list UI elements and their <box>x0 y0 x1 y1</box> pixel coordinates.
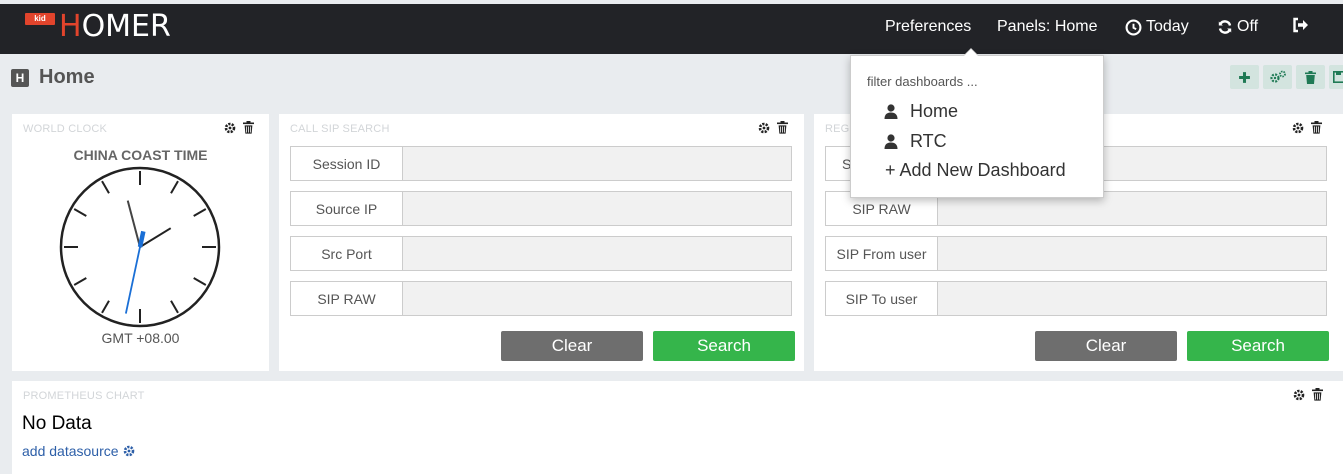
clock-timezone: GMT +08.00 <box>101 330 180 346</box>
field-label: SIP RAW <box>290 281 402 316</box>
panels-label: Panels: Home <box>997 18 1098 35</box>
logo-badge: kid <box>25 13 55 25</box>
panel-controls <box>758 121 788 134</box>
page-title: H Home <box>11 66 95 89</box>
sip-from-user-input[interactable] <box>937 236 1327 271</box>
panel-controls <box>1292 121 1322 134</box>
panel-title: Regi <box>825 123 853 135</box>
dashboard-item-label: Home <box>910 101 959 121</box>
logo-text: HOMER <box>59 9 171 44</box>
sip-raw-row: SIP RAW <box>290 281 792 316</box>
add-datasource-link[interactable]: add datasource <box>22 443 135 459</box>
add-widget-button[interactable] <box>1230 65 1259 89</box>
dashboard-toolbar <box>1230 65 1343 89</box>
plus-icon <box>1239 71 1250 83</box>
refresh-icon <box>1218 20 1232 34</box>
gears-icon <box>1269 70 1286 83</box>
preferences-menu[interactable]: Preferences <box>885 17 971 37</box>
trash-icon[interactable] <box>1312 388 1323 401</box>
panel-title: World Clock <box>23 123 108 135</box>
src-port-input[interactable] <box>402 236 792 271</box>
no-data-message: No Data <box>22 413 92 434</box>
gear-icon[interactable] <box>1292 122 1304 134</box>
user-icon <box>884 134 898 149</box>
home-dashboard-icon: H <box>11 68 29 87</box>
save-dashboard-button[interactable] <box>1329 65 1343 89</box>
panel-title: Call SIP Search <box>290 123 390 135</box>
trash-icon[interactable] <box>243 121 254 134</box>
save-icon <box>1333 71 1343 83</box>
world-clock-panel: World Clock CHINA COAST TIME GMT +08.00 <box>12 114 269 371</box>
panel-controls <box>1293 388 1323 401</box>
user-icon <box>884 104 898 119</box>
analog-clock <box>59 166 221 328</box>
src-port-row: Src Port <box>290 236 792 271</box>
session-id-row: Session ID <box>290 146 792 181</box>
source-ip-row: Source IP <box>290 191 792 226</box>
sip-from-user-row: SIP From user <box>825 236 1327 271</box>
gear-icon[interactable] <box>1293 389 1305 401</box>
search-button[interactable]: Search <box>653 331 795 361</box>
prometheus-chart-panel: Prometheus Chart No Data add datasource <box>12 381 1343 474</box>
trash-icon[interactable] <box>777 121 788 134</box>
search-button[interactable]: Search <box>1187 331 1329 361</box>
dashboard-item-rtc[interactable]: RTC <box>884 131 947 152</box>
source-ip-input[interactable] <box>402 191 792 226</box>
preferences-label: Preferences <box>885 18 972 35</box>
filter-dashboards-input[interactable]: filter dashboards ... <box>867 74 978 89</box>
sip-to-user-input[interactable] <box>937 281 1327 316</box>
sip-to-user-row: SIP To user <box>825 281 1327 316</box>
gear-icon <box>123 445 134 457</box>
homer-logo[interactable]: kid HOMER <box>25 12 171 42</box>
clear-button[interactable]: Clear <box>1035 331 1177 361</box>
auto-refresh-label: Off <box>1237 18 1259 35</box>
field-label: Source IP <box>290 191 402 226</box>
delete-dashboard-button[interactable] <box>1296 65 1325 89</box>
panel-title: Prometheus Chart <box>23 390 145 402</box>
gear-icon[interactable] <box>758 122 770 134</box>
call-sip-search-panel: Call SIP Search Session ID Source IP Src… <box>279 114 804 371</box>
add-datasource-label: add datasource <box>22 443 119 459</box>
add-new-dashboard-button[interactable]: + Add New Dashboard <box>885 160 1066 181</box>
clear-button[interactable]: Clear <box>501 331 643 361</box>
trash-icon[interactable] <box>1311 121 1322 134</box>
dashboard-dropdown-menu: filter dashboards ... Home RTC + Add New… <box>850 48 1104 198</box>
top-navbar: kid HOMER Preferences Panels: Home Today… <box>0 4 1343 54</box>
logout-button[interactable] <box>1292 17 1309 33</box>
field-label: Src Port <box>290 236 402 271</box>
sip-raw-input[interactable] <box>402 281 792 316</box>
clock-icon <box>1125 19 1142 35</box>
logout-icon <box>1293 17 1308 33</box>
dashboard-settings-button[interactable] <box>1263 65 1292 89</box>
dashboard-item-label: RTC <box>910 131 947 151</box>
auto-refresh-button[interactable]: Off <box>1217 17 1258 37</box>
gear-icon[interactable] <box>224 122 236 134</box>
page-title-text: Home <box>39 66 95 88</box>
panels-menu[interactable]: Panels: Home <box>997 17 1098 37</box>
session-id-input[interactable] <box>402 146 792 181</box>
clock-city-name: CHINA COAST TIME <box>73 147 208 163</box>
field-label: SIP From user <box>825 236 937 271</box>
time-range-label: Today <box>1146 18 1189 35</box>
field-label: SIP To user <box>825 281 937 316</box>
field-label: Session ID <box>290 146 402 181</box>
trash-icon <box>1305 70 1316 84</box>
dashboard-item-home[interactable]: Home <box>884 101 958 122</box>
time-range-button[interactable]: Today <box>1125 17 1189 37</box>
panel-controls <box>224 121 254 134</box>
